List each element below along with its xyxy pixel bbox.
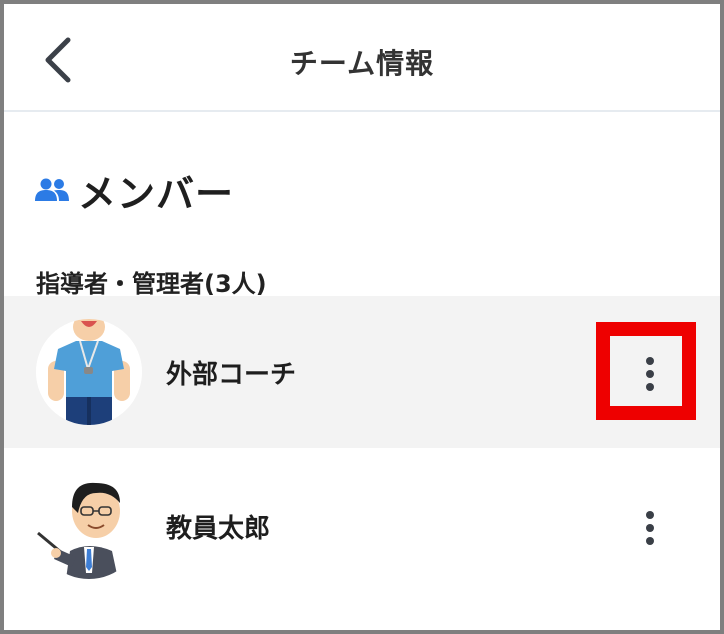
header-bar: チーム情報 — [4, 4, 720, 112]
group-label: 指導者・管理者(3人) — [36, 270, 267, 298]
page-title: チーム情報 — [289, 47, 435, 80]
member-name: 教員太郎 — [166, 514, 271, 544]
members-icon — [35, 178, 69, 201]
more-vertical-icon — [646, 511, 654, 545]
members-section-heading: メンバー — [34, 164, 234, 216]
coach-avatar-icon — [36, 319, 142, 425]
member-name: 外部コーチ — [166, 360, 297, 390]
teacher-avatar-icon — [36, 473, 142, 579]
screenshot-frame: チーム情報 メンバー 指導者・管理者(3人) 外部コーチ 教員太郎 — [0, 0, 724, 634]
highlight-annotation-box — [596, 322, 696, 420]
section-title: メンバー — [78, 171, 235, 216]
member-row-teacher[interactable]: 教員太郎 — [4, 450, 720, 602]
more-options-button[interactable] — [636, 506, 664, 550]
